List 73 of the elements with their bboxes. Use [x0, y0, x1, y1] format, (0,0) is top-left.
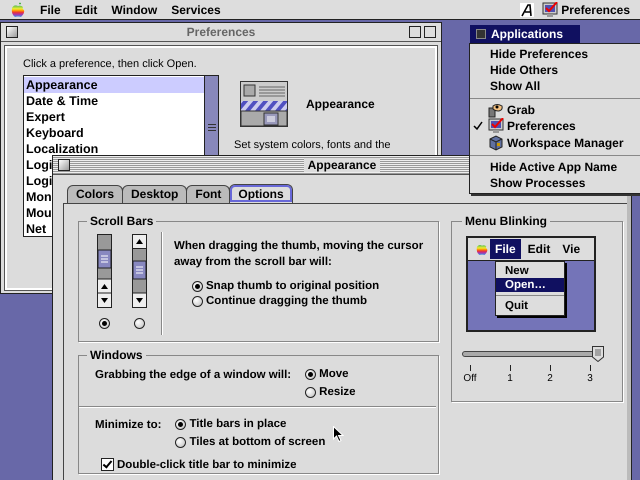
window-title: Appearance	[304, 158, 380, 172]
tab[interactable]: Desktop	[122, 185, 188, 203]
monitor-check-icon	[488, 118, 504, 134]
menu-bar-item[interactable]: Services	[164, 2, 228, 16]
apple-logo-icon	[476, 242, 488, 256]
font-letter-icon[interactable]	[520, 2, 534, 16]
scroll-bar-icon	[97, 234, 112, 308]
scroll-bar-icon	[132, 234, 147, 308]
scroll-bar[interactable]	[204, 76, 218, 155]
list-item[interactable]: Mon	[24, 189, 52, 205]
list-item[interactable]: Mou	[24, 205, 52, 221]
setting-label: Minimize to:	[95, 418, 162, 433]
slider-thumb[interactable]	[592, 346, 604, 362]
radio-option[interactable]: Move	[305, 368, 356, 380]
menu-item[interactable]: Show All	[470, 78, 640, 94]
menu-item[interactable]: Hide Others	[470, 62, 640, 78]
appearance-window-icon	[240, 81, 288, 127]
tick-label: 3	[587, 373, 593, 384]
group-title: Menu Blinking	[464, 214, 548, 228]
list-item[interactable]: Date & Time	[24, 93, 98, 109]
grip-icon	[208, 124, 216, 131]
radio-button[interactable]	[99, 318, 110, 329]
tab[interactable]: Colors	[67, 185, 124, 203]
list-item[interactable]: Net	[24, 221, 46, 237]
radio-option[interactable]: Tiles at bottom of screen	[175, 436, 326, 448]
list-item[interactable]: Logi	[24, 173, 52, 189]
tab[interactable]: Font	[186, 185, 230, 203]
prompt-text: When dragging the thumb, moving the cursor away from the scroll bar will:	[174, 239, 424, 270]
preference-description: Set system colors, fonts and the	[234, 139, 391, 151]
tab[interactable]: Options	[229, 184, 293, 203]
list-item[interactable]: Expert	[24, 109, 65, 125]
list-item[interactable]: Localization	[24, 141, 98, 157]
menu-bar-item[interactable]: File	[33, 2, 68, 16]
active-app-name[interactable]: Preferences	[561, 2, 640, 16]
list-item[interactable]: Keyboard	[24, 125, 84, 141]
menu-item-label: Grab	[507, 102, 536, 118]
menu-title: File	[490, 239, 521, 259]
cube-icon	[488, 134, 504, 151]
slider[interactable]	[462, 346, 604, 363]
radio-button[interactable]	[134, 318, 145, 329]
menu-item-label: Workspace Manager	[507, 134, 624, 151]
checkbox-label[interactable]: Double-click title bar to minimize	[117, 458, 297, 470]
group-title: Windows	[89, 348, 144, 362]
menu-item[interactable]: Show Processes	[470, 174, 640, 191]
menu-item[interactable]: Hide Preferences	[470, 46, 640, 62]
preference-name: Appearance	[306, 97, 375, 111]
list-item[interactable]: Appearance	[24, 77, 204, 93]
menu-title: Vie	[561, 241, 582, 258]
setting-label: Grabbing the edge of a window will:	[95, 368, 292, 383]
hand-camera-icon	[488, 102, 504, 118]
instruction-text: Click a preference, then click Open.	[23, 58, 198, 70]
tick-label: 1	[507, 373, 513, 384]
menu-bar-item[interactable]: Window	[104, 2, 164, 16]
mouse-pointer-icon	[333, 426, 344, 442]
applications-menu-title[interactable]: Applications	[470, 25, 580, 43]
monitor-check-icon	[542, 2, 558, 18]
menu-item[interactable]: Workspace Manager	[470, 134, 640, 151]
group-title: Scroll Bars	[89, 214, 154, 228]
radio-option[interactable]: Title bars in place	[175, 418, 326, 430]
menu-title: Edit	[526, 241, 552, 258]
menu-bar-item[interactable]: Edit	[68, 2, 104, 16]
checkbox[interactable]	[101, 458, 114, 471]
menu-item-label: Preferences	[507, 118, 576, 134]
menu-item[interactable]: Preferences	[470, 118, 640, 135]
tick-label: Off	[463, 373, 477, 384]
radio-option[interactable]: Continue dragging the thumb	[192, 295, 430, 307]
tick-label: 2	[547, 373, 553, 384]
apple-logo-icon[interactable]	[11, 2, 25, 18]
menu-item[interactable]: Grab	[470, 102, 640, 118]
close-box[interactable]	[58, 159, 70, 171]
list-item[interactable]: Logi	[24, 157, 52, 173]
radio-option[interactable]: Resize	[305, 386, 356, 398]
radio-option[interactable]: Snap thumb to original position	[192, 280, 430, 292]
